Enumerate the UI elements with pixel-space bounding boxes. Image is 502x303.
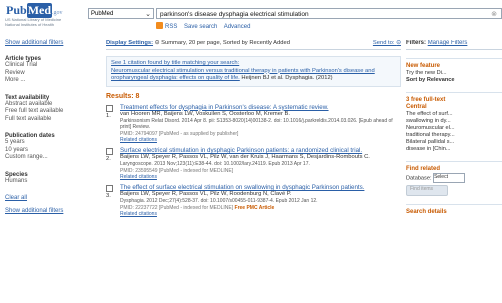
chevron-down-icon: ⌄ xyxy=(145,11,151,18)
advanced-link[interactable]: Advanced xyxy=(224,24,251,30)
show-additional-filters-link[interactable]: Show additional filters xyxy=(5,40,85,46)
free-full-text-heading: 3 free full-text xyxy=(406,97,446,103)
free-full-text-item: disease in [Chin... xyxy=(406,146,451,152)
free-full-text-item[interactable]: Neuromuscular el... xyxy=(406,125,502,132)
results-main: Display Settings: ⊝ Summary, 20 per page… xyxy=(106,40,401,217)
clear-icon[interactable]: ⊗ xyxy=(491,9,497,18)
display-settings-bar: Display Settings: ⊝ Summary, 20 per page… xyxy=(106,40,401,50)
show-additional-filters-link-bottom[interactable]: Show additional filters xyxy=(5,208,85,214)
citation-found-link[interactable]: See 1 citation found by title matching y… xyxy=(111,60,396,68)
database-select-small-value: Select xyxy=(434,174,448,180)
filters-sidebar: Show additional filters Article types Cl… xyxy=(5,40,85,214)
agency-text: US National Library of Medicine National… xyxy=(5,17,85,27)
related-citations-link[interactable]: Related citations xyxy=(120,174,401,180)
filter-abstract-available[interactable]: Abstract available xyxy=(5,101,85,109)
search-details-heading: Search details xyxy=(406,209,447,215)
logo-med-text: Med xyxy=(26,3,53,18)
send-to-link[interactable]: Send to: ⊝ xyxy=(373,40,401,46)
free-full-text-item: swallowing in dy... xyxy=(406,118,451,124)
rss-link[interactable]: RSS xyxy=(165,24,177,30)
new-feature-box: New feature Try the new Di... Sort by Re… xyxy=(406,58,502,84)
logo-gov-text: .gov xyxy=(52,10,63,16)
result-number: 1. xyxy=(106,112,111,119)
header: PubMed.gov US National Library of Medici… xyxy=(0,0,502,34)
result-item: 3. The effect of surface electrical stim… xyxy=(106,184,401,217)
free-full-text-item[interactable]: Bilateral pallidal s... xyxy=(406,139,502,146)
free-full-text-heading-2: Central xyxy=(406,104,427,110)
database-select-value: PubMed xyxy=(91,11,114,17)
result-authors: van Hooren MR, Baijens LW, Voskuilen S, … xyxy=(120,110,291,117)
clear-all-link[interactable]: Clear all xyxy=(5,195,85,201)
chevron-down-icon: ⊝ xyxy=(396,40,401,46)
right-sidebar: Filters: Manage Filters New feature Try … xyxy=(406,40,502,216)
related-citations-link[interactable]: Related citations xyxy=(120,211,401,217)
result-title-link[interactable]: The effect of surface electrical stimula… xyxy=(120,184,401,191)
database-select-small[interactable]: Select xyxy=(433,173,466,183)
result-item: 2. Surface electrical stimulation in dys… xyxy=(106,147,401,180)
result-checkbox[interactable] xyxy=(106,104,113,112)
send-to-label: Send to: xyxy=(372,40,395,46)
display-settings-value: Summary, 20 per page, Sorted by Recently… xyxy=(161,40,290,46)
result-number: 2. xyxy=(106,155,111,162)
manage-filters-link[interactable]: Manage Filters xyxy=(428,40,468,46)
result-item: 1. Treatment effects for dysphagia in Pa… xyxy=(106,104,401,143)
filter-free-full-text[interactable]: Free full text available xyxy=(5,108,85,116)
citation-source: Heijnen BJ et al. Dysphagia. (2012) xyxy=(241,75,333,81)
result-pmid-text: PMID: 22237722 [PubMed - indexed for MED… xyxy=(120,204,234,211)
chevron-down-icon[interactable]: ⊝ xyxy=(155,40,160,46)
search-sublinks: RSS Save search Advanced xyxy=(156,22,255,30)
logo-pub-text: Pub xyxy=(6,3,27,17)
sort-by-relevance-link[interactable]: Sort by Relevance xyxy=(406,77,502,84)
find-related-box: Find related Database: Select Find items xyxy=(406,161,502,196)
filter-humans[interactable]: Humans xyxy=(5,178,85,186)
result-title-link[interactable]: Treatment effects for dysphagia in Parki… xyxy=(120,104,401,111)
filter-more[interactable]: More ... xyxy=(5,77,85,85)
result-journal: Parkinsonism Relat Disord. 2014 Apr 8. p… xyxy=(120,117,393,131)
filter-clinical-trial[interactable]: Clinical Trial xyxy=(5,62,85,70)
filter-full-text[interactable]: Full text available xyxy=(5,116,85,124)
result-checkbox[interactable] xyxy=(106,147,113,155)
free-full-text-item[interactable]: The effect of surf... xyxy=(406,111,502,118)
pubmed-logo[interactable]: PubMed.gov xyxy=(6,3,63,18)
result-pmid-text: PMID: 24794097 [PubMed - as supplied by … xyxy=(120,130,239,137)
find-items-button[interactable]: Find items xyxy=(406,185,448,196)
database-select[interactable]: PubMed ⌄ xyxy=(88,8,154,19)
find-items-label: Find items xyxy=(410,186,434,192)
result-authors: Baijens LW, Speyer R, Passos VL, Pilz W,… xyxy=(120,154,370,160)
filter-review[interactable]: Review xyxy=(5,70,85,78)
filter-custom-range[interactable]: Custom range... xyxy=(5,154,85,162)
related-citations-link[interactable]: Related citations xyxy=(120,137,401,143)
save-search-link[interactable]: Save search xyxy=(184,24,217,30)
new-feature-text: Try the new Di... xyxy=(406,70,447,76)
free-pmc-article-link[interactable]: Free PMC Article xyxy=(235,205,275,211)
result-title-link[interactable]: Surface electrical stimulation in dyspha… xyxy=(120,147,401,154)
database-label: Database: xyxy=(406,175,432,182)
find-related-heading: Find related xyxy=(406,166,441,172)
search-input-value: parkinson's disease dysphagia electrical… xyxy=(160,11,309,18)
free-full-text-box: 3 free full-text Central The effect of s… xyxy=(406,92,502,153)
citation-matcher-box: See 1 citation found by title matching y… xyxy=(106,56,401,87)
rss-icon xyxy=(156,22,163,29)
display-settings-link[interactable]: Display Settings: xyxy=(106,40,153,46)
filter-5-years[interactable]: 5 years xyxy=(5,139,85,147)
results-count: Results: 8 xyxy=(106,92,140,100)
free-full-text-item: traditional therapy... xyxy=(406,132,455,138)
filter-10-years[interactable]: 10 years xyxy=(5,147,85,155)
result-checkbox[interactable] xyxy=(106,184,113,192)
search-input[interactable]: parkinson's disease dysphagia electrical… xyxy=(156,8,502,19)
agency-line-2: National Institutes of Health xyxy=(5,22,54,27)
new-feature-heading: New feature xyxy=(406,63,441,69)
filters-label: Filters: xyxy=(406,40,427,46)
result-number: 3. xyxy=(106,192,111,199)
result-pmid-text: PMID: 23595549 [PubMed - indexed for MED… xyxy=(120,167,234,174)
search-details-box: Search details xyxy=(406,204,502,216)
result-authors: Baijens LW, Speyer R, Passos VL, Pilz W,… xyxy=(120,191,292,197)
filters-bar: Filters: Manage Filters xyxy=(406,40,502,50)
